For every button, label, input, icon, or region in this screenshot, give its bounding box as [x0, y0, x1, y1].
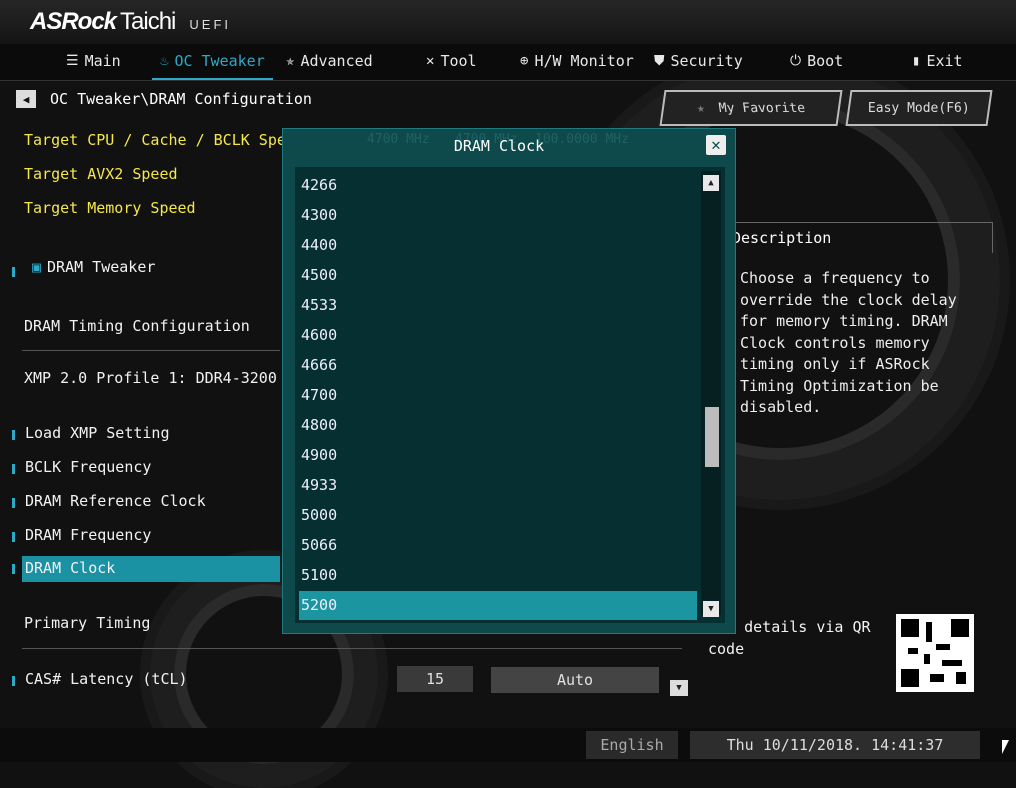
- primary-timing-heading: Primary Timing: [24, 614, 151, 632]
- title-bar: ASRock Taichi UEFI: [0, 0, 1016, 44]
- tab-main[interactable]: ☰ Main: [66, 52, 121, 70]
- chevron-down-icon: ▼: [708, 604, 714, 614]
- cas-latency-value: 15: [397, 666, 473, 692]
- list-item[interactable]: 4933: [301, 471, 693, 500]
- xmp-profile-info: XMP 2.0 Profile 1: DDR4-3200 15-15: [24, 369, 282, 387]
- timing-config-heading: DRAM Timing Configuration: [24, 317, 250, 335]
- list-item[interactable]: 5066: [301, 531, 693, 560]
- list-item-selected[interactable]: 5200: [299, 591, 697, 620]
- scrollbar-thumb[interactable]: [705, 407, 719, 467]
- brand-name: ASRock: [30, 8, 117, 35]
- brand-logo: ASRock Taichi UEFI: [30, 8, 231, 36]
- bclk-frequency-item[interactable]: BCLK Frequency: [25, 458, 151, 476]
- item-marker: [12, 676, 15, 686]
- breadcrumb: ◀ OC Tweaker\DRAM Configuration: [16, 90, 312, 108]
- scroll-up-button[interactable]: ▲: [703, 175, 719, 191]
- dram-clock-item[interactable]: DRAM Clock: [25, 559, 115, 577]
- divider: [22, 350, 280, 351]
- list-item[interactable]: 4900: [301, 441, 693, 470]
- list-item[interactable]: 4500: [301, 261, 693, 290]
- chevron-up-icon: ▲: [708, 178, 714, 188]
- dram-clock-options-list: 4266 4300 4400 4500 4533 4600 4666 4700 …: [295, 167, 725, 623]
- item-marker: [12, 267, 15, 277]
- list-item[interactable]: 4700: [301, 381, 693, 410]
- target-cpu-label: Target CPU / Cache / BCLK Speed: [24, 131, 304, 149]
- tools-icon: ✕: [426, 53, 435, 69]
- list-item[interactable]: 4600: [301, 321, 693, 350]
- tab-oc-tweaker[interactable]: ♨ OC Tweaker: [152, 52, 273, 80]
- description-text: Choose a frequency to override the clock…: [740, 269, 957, 416]
- list-item[interactable]: 5000: [301, 501, 693, 530]
- breadcrumb-path: OC Tweaker\DRAM Configuration: [50, 90, 312, 108]
- tab-tool[interactable]: ✕ Tool: [426, 52, 477, 70]
- divider: [22, 648, 682, 649]
- dialog-title: DRAM Clock: [453, 137, 545, 155]
- list-item[interactable]: 4800: [301, 411, 693, 440]
- list-item[interactable]: 4666: [301, 351, 693, 380]
- list-item[interactable]: 5100: [301, 561, 693, 590]
- mouse-cursor-icon: [1002, 740, 1009, 754]
- main-nav: ☰ Main ♨ OC Tweaker ✯ Advanced ✕ Tool ⊕ H/W M…: [0, 44, 1016, 81]
- brand-uefi: UEFI: [189, 17, 232, 32]
- list-item[interactable]: 4266: [301, 171, 693, 200]
- back-button[interactable]: ◀: [16, 90, 36, 108]
- tab-hw-monitor[interactable]: ⊕ H/W Monitor: [520, 52, 634, 70]
- shield-icon: ⛊: [654, 53, 665, 69]
- my-favorite-button[interactable]: ★ My Favorite: [659, 90, 843, 126]
- tab-exit[interactable]: ▮ Exit: [912, 52, 963, 70]
- target-memory-label: Target Memory Speed: [24, 199, 196, 217]
- date-time: Thu 10/11/2018. 14:41:37: [690, 731, 980, 759]
- dram-reference-clock-item[interactable]: DRAM Reference Clock: [25, 492, 206, 510]
- cas-latency-select[interactable]: Auto: [491, 667, 659, 693]
- dram-clock-dialog: 4700 MHz 4700 MHz 100.0000 MHz DRAM Cloc…: [282, 128, 736, 634]
- memory-icon: ▣: [32, 258, 42, 276]
- back-arrow-icon: ◀: [22, 92, 30, 106]
- monitor-icon: ⊕: [520, 53, 529, 69]
- list-item[interactable]: 4533: [301, 291, 693, 320]
- power-icon: ⏻: [790, 53, 802, 69]
- list-item[interactable]: 4300: [301, 201, 693, 230]
- cas-latency-item[interactable]: CAS# Latency (tCL): [25, 670, 188, 688]
- brand-product: Taichi: [120, 8, 176, 35]
- close-icon: ✕: [711, 135, 721, 154]
- language-selector[interactable]: English: [586, 731, 678, 759]
- star-icon: ✯: [286, 53, 295, 69]
- item-marker: [12, 564, 15, 574]
- dram-tweaker-item[interactable]: ▣ DRAM Tweaker: [32, 258, 155, 276]
- easy-mode-button[interactable]: Easy Mode(F6): [845, 90, 993, 126]
- item-marker: [12, 532, 15, 542]
- cas-dropdown-button[interactable]: ▼: [670, 680, 688, 696]
- item-marker: [12, 498, 15, 508]
- item-marker: [12, 464, 15, 474]
- chevron-down-icon: ▼: [676, 683, 682, 693]
- list-icon: ☰: [66, 53, 79, 69]
- tab-advanced[interactable]: ✯ Advanced: [286, 52, 373, 70]
- list-item[interactable]: 4400: [301, 231, 693, 260]
- star-icon: ★: [695, 100, 706, 116]
- qr-code-image: [896, 614, 974, 692]
- tab-boot[interactable]: ⏻ Boot: [790, 52, 843, 70]
- scrollbar[interactable]: [701, 171, 721, 615]
- item-marker: [12, 430, 15, 440]
- dram-frequency-item[interactable]: DRAM Frequency: [25, 526, 151, 544]
- close-button[interactable]: ✕: [706, 135, 726, 155]
- tab-security[interactable]: ⛊ Security: [654, 52, 743, 70]
- flame-icon: ♨: [160, 53, 169, 69]
- description-title: Description: [732, 229, 832, 247]
- scroll-down-button[interactable]: ▼: [703, 601, 719, 617]
- target-avx2-label: Target AVX2 Speed: [24, 165, 178, 183]
- exit-icon: ▮: [912, 53, 921, 69]
- load-xmp-item[interactable]: Load XMP Setting: [25, 424, 170, 442]
